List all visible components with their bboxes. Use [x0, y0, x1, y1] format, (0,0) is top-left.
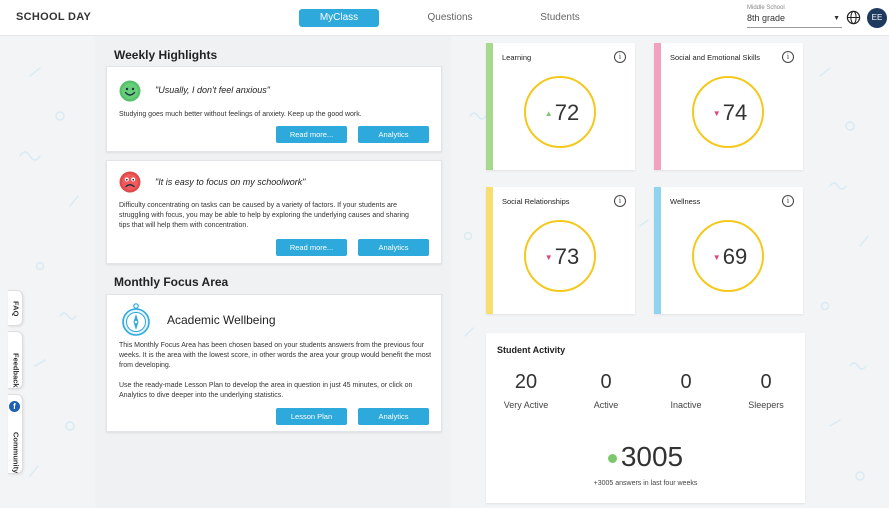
- metric-card-learning[interactable]: Learning i ▲72: [486, 43, 635, 170]
- analytics-button[interactable]: Analytics: [358, 408, 429, 425]
- metric-title: Social Relationships: [502, 197, 570, 206]
- highlight-card: "Usually, I don't feel anxious" Studying…: [106, 66, 442, 152]
- activity-stat: 0 Active: [566, 371, 646, 410]
- score-ring: ▼73: [524, 220, 596, 292]
- trend-down-icon: ▼: [712, 253, 721, 263]
- faq-tab-label: FAQ: [11, 301, 21, 317]
- tab-myclass[interactable]: MyClass: [299, 9, 379, 27]
- read-more-button[interactable]: Read more...: [276, 126, 347, 143]
- top-bar: SCHOOL DAY MyClass Questions Students Mi…: [0, 0, 889, 36]
- focus-instructions: Use the ready-made Lesson Plan to develo…: [119, 382, 413, 399]
- total-answers-value: 3005: [620, 441, 684, 472]
- activity-stat-label: Sleepers: [748, 400, 784, 410]
- tab-questions[interactable]: Questions: [415, 9, 485, 27]
- grade-select-value: 8th grade: [747, 13, 786, 23]
- monthly-focus-title: Monthly Focus Area: [114, 275, 229, 289]
- metric-card-wellness[interactable]: Wellness i ▼69: [654, 187, 803, 314]
- grade-select[interactable]: Middle School 8th grade ▼: [747, 4, 842, 28]
- read-more-button[interactable]: Read more...: [276, 239, 347, 256]
- compass-icon: [122, 303, 150, 336]
- activity-stat: 0 Inactive: [646, 371, 726, 410]
- focus-card: Academic Wellbeing This Monthly Focus Ar…: [106, 294, 442, 432]
- total-answers-note: +3005 answers in last four weeks: [593, 480, 698, 487]
- metric-score-value: 74: [722, 100, 748, 125]
- metric-color-stripe: [654, 187, 661, 314]
- metric-title: Wellness: [670, 197, 701, 206]
- student-activity-card: Student Activity 20 Very Active 0 Active…: [486, 333, 805, 503]
- metric-score: ▼69: [694, 222, 766, 292]
- chevron-down-icon: ▼: [833, 15, 840, 22]
- logo[interactable]: SCHOOL DAY: [16, 11, 91, 23]
- lesson-plan-button[interactable]: Lesson Plan: [276, 408, 347, 425]
- happy-face-icon: [119, 80, 141, 102]
- activity-stat: 20 Very Active: [486, 371, 566, 410]
- feedback-tab-label: Feedback: [11, 353, 21, 388]
- focus-description: This Monthly Focus Area has been chosen …: [119, 342, 432, 369]
- focus-heading: Academic Wellbeing: [167, 313, 276, 327]
- trend-down-icon: ▼: [544, 253, 553, 263]
- feedback-tab[interactable]: Feedback: [8, 331, 23, 389]
- grade-select-label: Middle School: [747, 5, 785, 11]
- total-answers: 3005: [486, 441, 805, 473]
- activity-stat-label: Very Active: [503, 400, 549, 410]
- faq-tab[interactable]: FAQ: [8, 290, 23, 326]
- status-dot-icon: [607, 454, 617, 464]
- metric-card-social-emotional[interactable]: Social and Emotional Skills i ▼74: [654, 43, 803, 170]
- student-activity-title: Student Activity: [497, 345, 566, 355]
- highlight-quote: "It is easy to focus on my schoolwork": [155, 177, 306, 187]
- info-icon[interactable]: i: [614, 51, 626, 63]
- metric-card-social-relationships[interactable]: Social Relationships i ▼73: [486, 187, 635, 314]
- metric-score-value: 72: [554, 100, 580, 125]
- activity-stat-value: 0: [680, 371, 692, 393]
- metric-score: ▲72: [526, 78, 598, 148]
- highlight-text: Studying goes much better without feelin…: [119, 111, 362, 118]
- info-icon[interactable]: i: [614, 195, 626, 207]
- metric-score: ▼74: [694, 78, 766, 148]
- sad-face-icon: [119, 171, 141, 193]
- metric-title: Learning: [502, 53, 532, 62]
- info-icon[interactable]: i: [782, 195, 794, 207]
- activity-stat-label: Inactive: [670, 400, 702, 410]
- metric-score-value: 73: [554, 244, 580, 269]
- highlight-text: Difficulty concentrating on tasks can be…: [119, 202, 409, 229]
- metric-color-stripe: [654, 43, 661, 170]
- highlight-card: "It is easy to focus on my schoolwork" D…: [106, 160, 442, 264]
- metric-score-value: 69: [722, 244, 748, 269]
- community-tab[interactable]: f Community: [8, 394, 23, 474]
- activity-stat-value: 0: [600, 371, 612, 393]
- metric-color-stripe: [486, 43, 493, 170]
- info-icon[interactable]: i: [782, 51, 794, 63]
- activity-stat-label: Active: [593, 400, 619, 410]
- trend-down-icon: ▼: [712, 109, 721, 119]
- activity-stat-value: 0: [760, 371, 772, 393]
- tab-students[interactable]: Students: [525, 9, 595, 27]
- activity-stat-value: 20: [514, 371, 538, 393]
- analytics-button[interactable]: Analytics: [358, 126, 429, 143]
- activity-stat: 0 Sleepers: [726, 371, 806, 410]
- metric-score: ▼73: [526, 222, 598, 292]
- analytics-button[interactable]: Analytics: [358, 239, 429, 256]
- highlight-quote: "Usually, I don't feel anxious": [155, 85, 271, 95]
- trend-up-icon: ▲: [544, 109, 553, 119]
- score-ring: ▼69: [692, 220, 764, 292]
- score-ring: ▼74: [692, 76, 764, 148]
- facebook-icon: f: [9, 401, 20, 412]
- weekly-highlights-title: Weekly Highlights: [114, 48, 218, 62]
- community-tab-label: Community: [11, 431, 21, 473]
- metric-title: Social and Emotional Skills: [670, 53, 761, 62]
- score-ring: ▲72: [524, 76, 596, 148]
- avatar[interactable]: EE: [867, 8, 887, 28]
- metric-color-stripe: [486, 187, 493, 314]
- globe-icon[interactable]: [846, 10, 861, 25]
